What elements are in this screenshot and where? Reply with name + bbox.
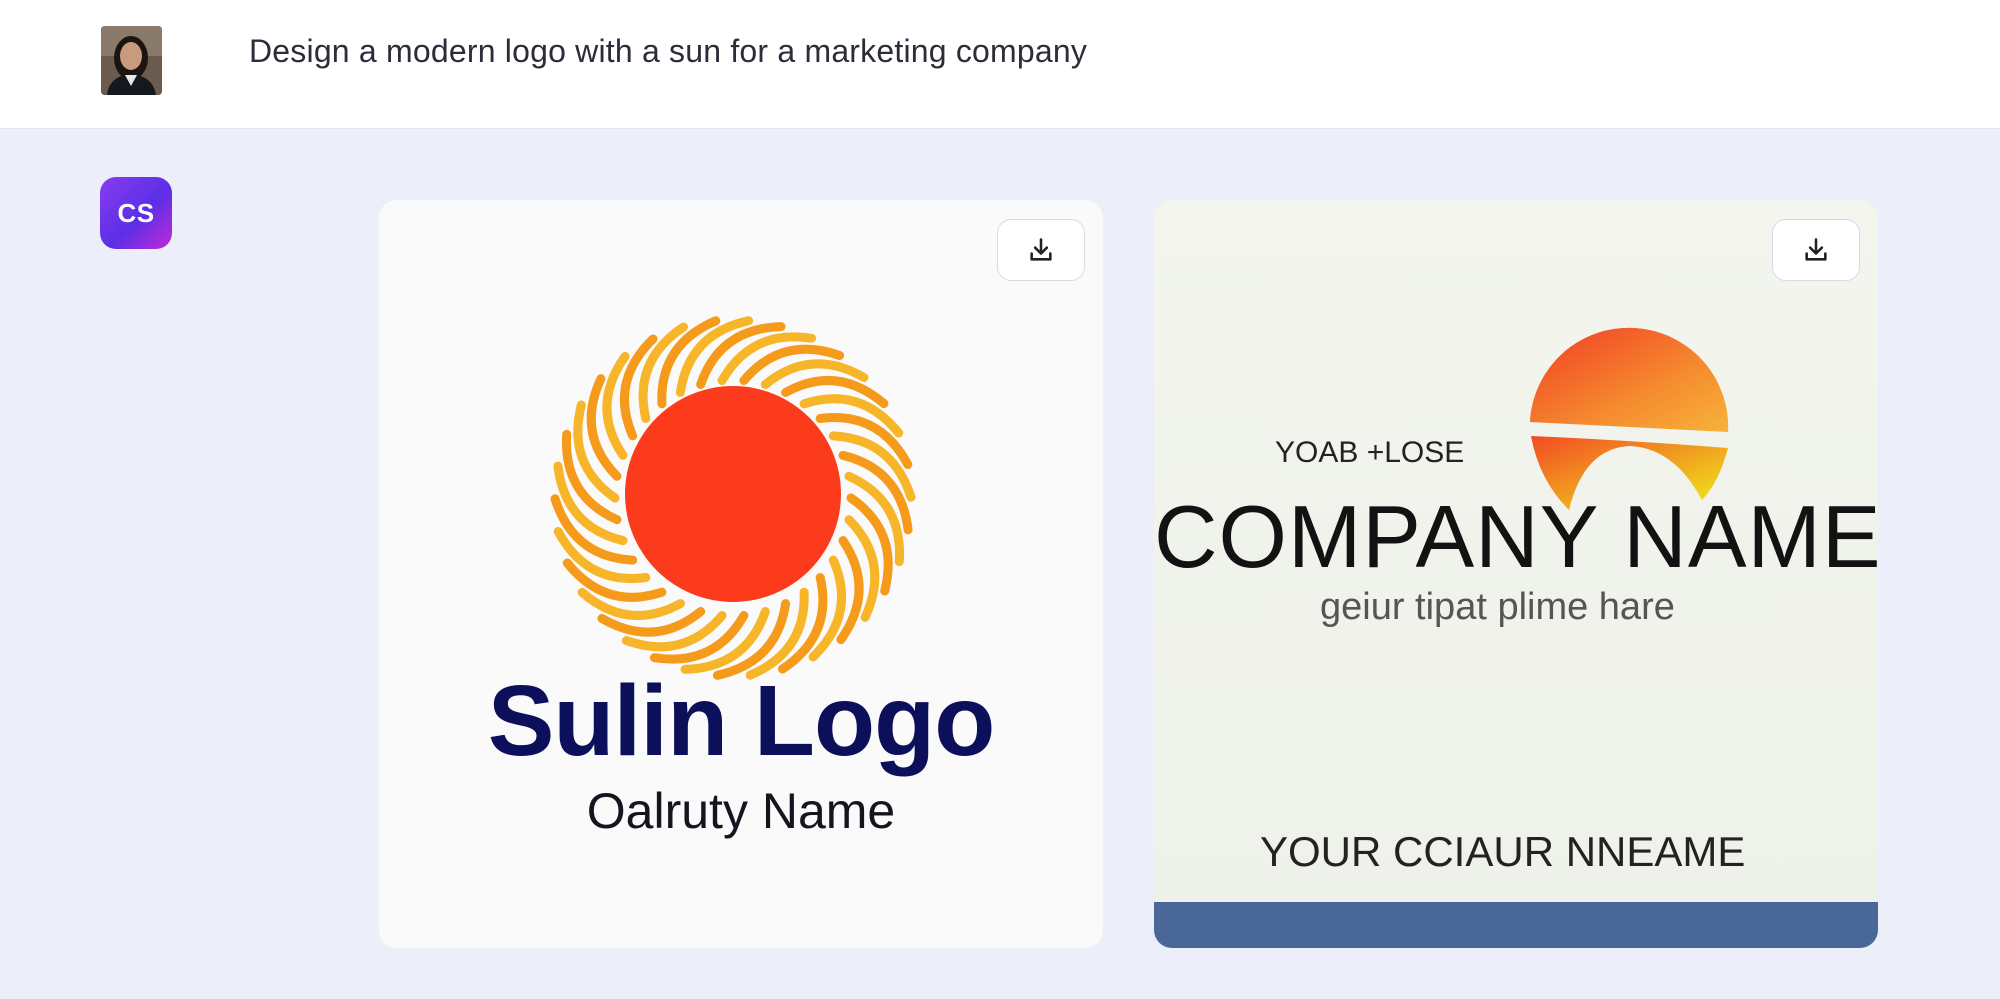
generated-image-2[interactable]: YOAB +LOSE COMPANY NAME geiur tipat plim… (1154, 200, 1878, 948)
download-button[interactable] (997, 219, 1085, 281)
assistant-avatar: CS (100, 177, 172, 249)
logo-subtitle: Oalruty Name (586, 783, 896, 839)
logo-tagline: geiur tipat plime hare (1320, 586, 1675, 628)
logo-title: COMPANY NAME (1154, 487, 1878, 586)
logo-title: Sulin Logo (487, 665, 996, 777)
download-icon (1030, 238, 1052, 261)
logo-bottom-text: YOUR CCIAUR NNEAME (1260, 828, 1746, 875)
generated-image-1[interactable]: Sulin Logo Oalruty Name (379, 200, 1103, 948)
download-icon (1805, 238, 1827, 261)
download-button[interactable] (1772, 219, 1860, 281)
logo-small-text: YOAB +LOSE (1275, 436, 1465, 469)
prompt-text: Design a modern logo with a sun for a ma… (249, 33, 1088, 69)
user-avatar (101, 26, 162, 95)
prompt-bar: Design a modern logo with a sun for a ma… (0, 0, 2000, 129)
bottom-stripe (1154, 902, 1878, 948)
